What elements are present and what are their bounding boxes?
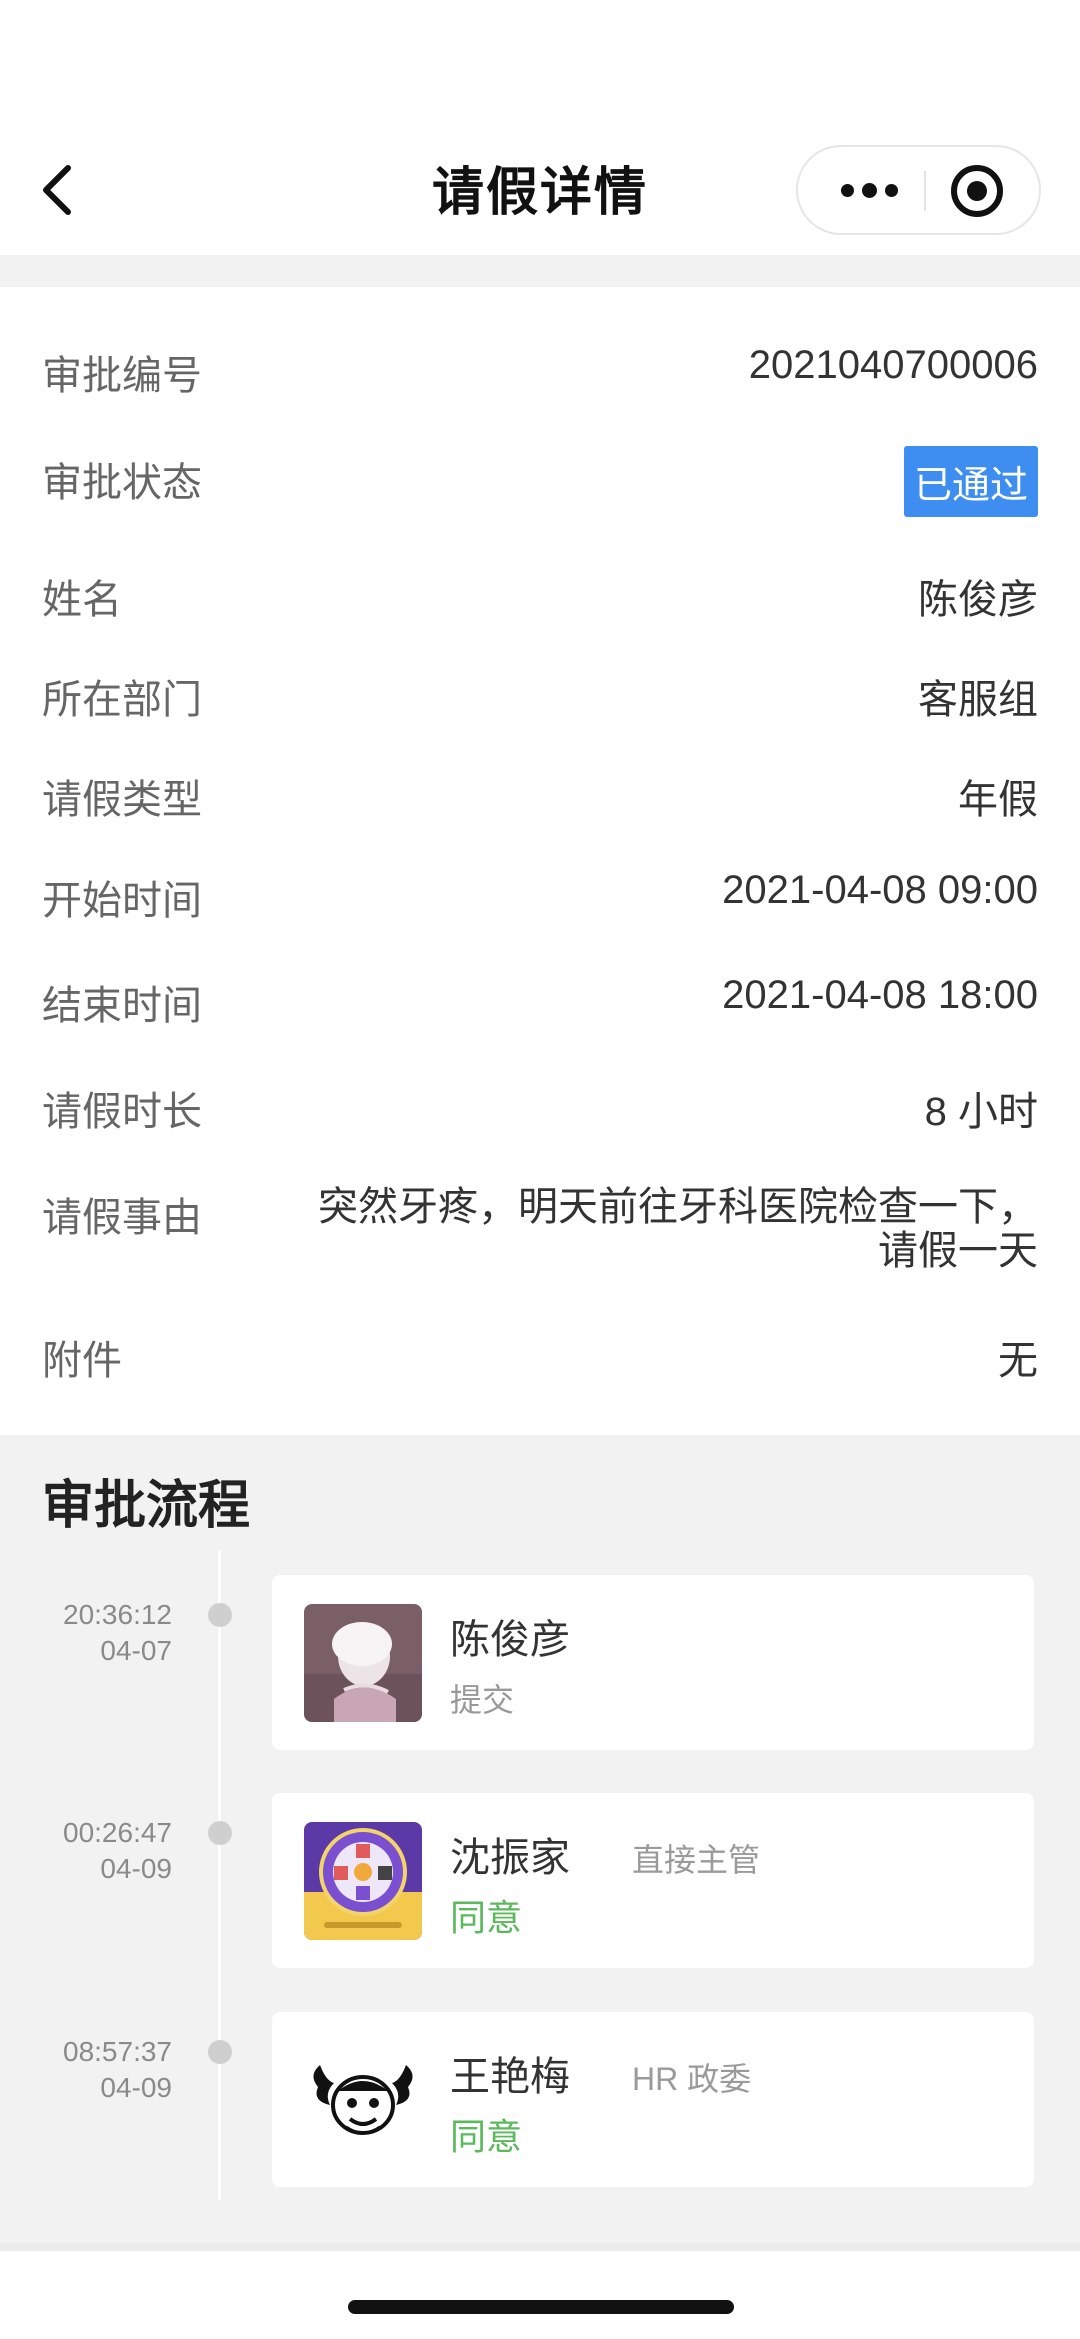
cartoon-face-avatar-icon xyxy=(304,2041,422,2159)
end-time-label: 结束时间 xyxy=(42,984,202,1028)
start-time-value: 2021-04-08 09:00 xyxy=(722,868,1038,912)
department-label: 所在部门 xyxy=(42,678,202,722)
flow-step-date: 04-07 xyxy=(100,1635,172,1666)
flow-step-card: 王艳梅 HR 政委 同意 xyxy=(272,2012,1034,2187)
flow-step-name: 沈振家 xyxy=(450,1836,570,1880)
flow-step-date: 04-09 xyxy=(100,1853,172,1884)
mini-program-capsule xyxy=(796,145,1041,235)
name-label: 姓名 xyxy=(42,578,122,622)
flow-step-submit: 20:36:12 04-07 陈俊彦 提交 xyxy=(0,1575,1080,1750)
timeline-dot xyxy=(208,1603,232,1627)
leave-type-label: 请假类型 xyxy=(42,778,202,822)
capsule-divider xyxy=(924,171,926,211)
reason-line-1: 突然牙疼，明天前往牙科医院检查一下， xyxy=(318,1185,1038,1229)
attachment-label: 附件 xyxy=(42,1339,122,1383)
start-time-label: 开始时间 xyxy=(42,879,202,923)
flow-step-hr: 08:57:37 04-09 王艳梅 HR 政委 同意 xyxy=(0,2012,1080,2187)
prize-wheel-avatar-icon xyxy=(304,1822,422,1940)
approval-flow-title: 审批流程 xyxy=(42,1477,251,1535)
flow-step-time: 00:26:47 xyxy=(63,1817,172,1848)
status-label: 审批状态 xyxy=(42,461,202,505)
more-dots-icon-right xyxy=(884,183,898,197)
flow-step-role: 直接主管 xyxy=(632,1842,761,1878)
anime-avatar-icon xyxy=(304,1604,422,1722)
more-dots-icon xyxy=(840,183,854,197)
timeline-dot xyxy=(208,1821,232,1845)
flow-step-timestamp: 20:36:12 04-07 xyxy=(32,1597,172,1669)
department-value: 客服组 xyxy=(918,678,1038,722)
timeline-dot xyxy=(208,2040,232,2064)
flow-step-time: 08:57:37 xyxy=(63,2036,172,2067)
reason-value: 突然牙疼，明天前往牙科医院检查一下， 请假一天 xyxy=(278,1185,1038,1273)
flow-step-action: 提交 xyxy=(450,1682,515,1718)
close-mini-program-button[interactable] xyxy=(948,162,1006,220)
duration-label: 请假时长 xyxy=(42,1090,202,1134)
flow-step-manager: 00:26:47 04-09 沈振家 直接主管 同意 xyxy=(0,1793,1080,1968)
reason-label: 请假事由 xyxy=(42,1196,202,1240)
flow-step-action: 同意 xyxy=(450,1897,523,1938)
name-value: 陈俊彦 xyxy=(918,578,1038,622)
more-dots-icon-center xyxy=(861,182,877,198)
status-badge: 已通过 xyxy=(903,446,1038,517)
duration-value: 8 小时 xyxy=(924,1090,1038,1134)
home-indicator[interactable] xyxy=(348,2300,734,2314)
flow-step-card: 沈振家 直接主管 同意 xyxy=(272,1793,1034,1968)
attachment-value: 无 xyxy=(998,1339,1038,1383)
target-close-icon xyxy=(951,165,1003,217)
flow-step-timestamp: 08:57:37 04-09 xyxy=(32,2034,172,2106)
bottom-divider xyxy=(0,2243,1080,2251)
flow-step-name: 王艳梅 xyxy=(450,2055,570,2099)
leave-type-value: 年假 xyxy=(958,778,1038,822)
flow-step-card: 陈俊彦 提交 xyxy=(272,1575,1034,1750)
flow-step-time: 20:36:12 xyxy=(63,1599,172,1630)
approval-no-value: 2021040700006 xyxy=(748,343,1038,387)
nav-bar: 请假详情 xyxy=(0,0,1080,255)
leave-details-section: 审批编号 2021040700006 审批状态 已通过 姓名 陈俊彦 所在部门 … xyxy=(0,287,1080,1435)
flow-step-timestamp: 00:26:47 04-09 xyxy=(32,1815,172,1887)
leave-detail-page: 请假详情 审批编号 2021040700006 审批状态 已通过 姓名 陈俊彦 … xyxy=(0,0,1080,2339)
flow-step-role: HR 政委 xyxy=(632,2061,752,2097)
more-button[interactable] xyxy=(824,147,914,233)
flow-step-action: 同意 xyxy=(450,2116,523,2157)
flow-step-name: 陈俊彦 xyxy=(450,1618,570,1662)
approval-flow-section: 审批流程 20:36:12 04-07 陈俊彦 提交 00:26:47 04-0… xyxy=(0,1435,1080,2243)
reason-line-2: 请假一天 xyxy=(878,1229,1038,1273)
section-divider xyxy=(0,255,1080,287)
end-time-value: 2021-04-08 18:00 xyxy=(722,973,1038,1017)
approval-no-label: 审批编号 xyxy=(42,354,202,398)
flow-step-date: 04-09 xyxy=(100,2072,172,2103)
